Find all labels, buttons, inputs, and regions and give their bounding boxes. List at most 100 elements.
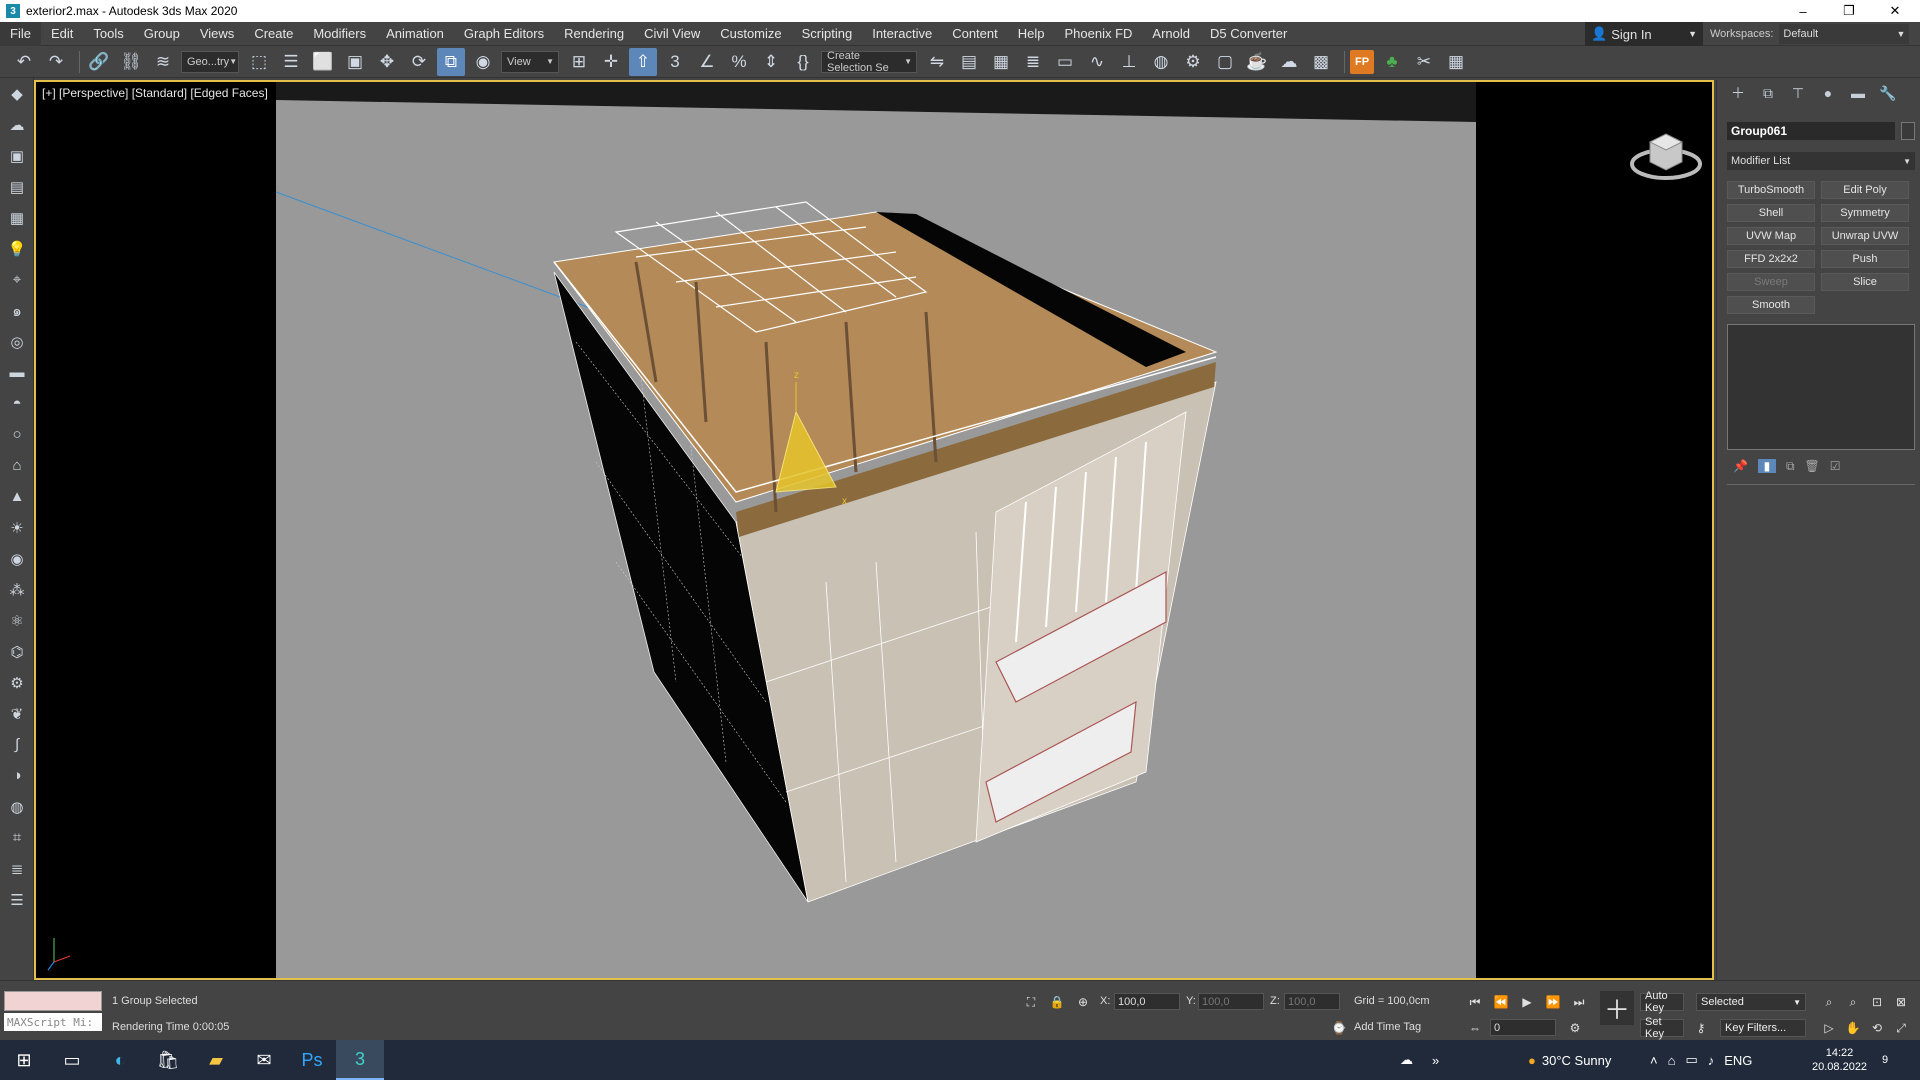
mirror-icon[interactable]: ⇋ [923,48,951,76]
reference-coordinate-dropdown[interactable]: View ▼ [501,50,559,73]
goto-start-icon[interactable]: ⏮ [1466,993,1484,1011]
key-filters-button[interactable]: Key Filters... [1720,1019,1806,1037]
play-icon[interactable]: ▶ [1518,993,1536,1011]
redo-icon[interactable]: ↷ [42,48,70,76]
menu-group[interactable]: Group [134,22,190,46]
onedrive-icon[interactable]: ☁ [1400,1040,1413,1080]
show-end-result-icon[interactable]: ▮ [1757,459,1776,473]
select-manipulate-icon[interactable]: ✛ [597,48,625,76]
keyboard-shortcut-override-icon[interactable]: ⇧ [629,47,657,76]
time-config-icon[interactable]: ⇔ [1466,1019,1484,1037]
menu-rendering[interactable]: Rendering [554,22,634,46]
maxscript-input[interactable]: MAXScript Mi: [4,1013,102,1031]
set-key-button[interactable]: Set Key [1640,1016,1684,1040]
menu-tools[interactable]: Tools [83,22,133,46]
selection-filter-dropdown[interactable]: Geo...try ▼ [181,50,239,73]
maxscript-listener-mini[interactable] [4,991,102,1011]
mail-icon[interactable]: ✉ [240,1040,288,1080]
task-view-icon[interactable]: ▭ [48,1040,96,1080]
motion-tab-icon[interactable]: ● [1813,81,1843,105]
sphere-icon[interactable]: ○ [0,419,34,450]
workspaces-dropdown[interactable]: Default ▼ [1779,24,1910,44]
material-icon[interactable]: ◑ [0,760,34,791]
notifications-icon[interactable]: 9 [1882,1040,1888,1080]
cloud-icon[interactable]: ☁ [0,109,34,140]
3ds-max-icon[interactable]: 3 [336,1040,384,1080]
utilities-tab-icon[interactable]: 🔧 [1873,81,1903,105]
align-icon[interactable]: ▤ [955,48,983,76]
menu-d5-converter[interactable]: D5 Converter [1200,22,1297,46]
menu-help[interactable]: Help [1008,22,1055,46]
modifier-push-button[interactable]: Push [1821,250,1909,268]
script-icon[interactable]: ⌗ [0,822,34,853]
zoom-extents-all-icon[interactable]: ⊠ [1892,993,1910,1011]
modify-tab-icon[interactable]: ⧉ [1753,81,1783,105]
network-icon[interactable]: ⌬ [0,636,34,667]
pan-icon[interactable]: ✋ [1844,1019,1862,1037]
zoom-all-icon[interactable]: ⌕ [1844,993,1862,1011]
undo-icon[interactable]: ↶ [10,48,38,76]
light-icon[interactable]: 💡 [0,233,34,264]
edge-icon[interactable]: ◐ [96,1040,144,1080]
x-coordinate-field[interactable]: 100,0 [1114,993,1180,1010]
a360-gallery-icon[interactable]: ▩ [1307,48,1335,76]
menu-graph-editors[interactable]: Graph Editors [454,22,554,46]
layers-icon[interactable]: ≣ [0,853,34,884]
rendered-frame-window-icon[interactable]: ▢ [1211,48,1239,76]
image-icon[interactable]: ▣ [0,140,34,171]
modifier-uvw-map-button[interactable]: UVW Map [1727,227,1815,245]
film-icon[interactable]: ◎ [0,326,34,357]
sun-icon[interactable]: ☀ [0,512,34,543]
material-editor-icon[interactable]: ◍ [1147,48,1175,76]
menu-arnold[interactable]: Arnold [1142,22,1200,46]
add-time-tag[interactable]: Add Time Tag [1354,1021,1421,1033]
pivot-center-icon[interactable]: ⊞ [565,48,593,76]
plant-icon[interactable]: ❦ [0,698,34,729]
menu-file[interactable]: File [0,21,41,46]
ribbon-toggle-icon[interactable]: ▭ [1051,48,1079,76]
percent-snap-icon[interactable]: % [725,48,753,76]
select-object-icon[interactable]: ⬚ [245,48,273,76]
configure-modifier-sets-icon[interactable]: ☑ [1830,459,1841,473]
menu-edit[interactable]: Edit [41,22,83,46]
perspective-viewport[interactable]: z x [+] [Perspective] [Standard] [Edged … [34,80,1714,980]
lock-selection-icon[interactable]: 🔒 [1048,993,1066,1011]
render-setup-icon[interactable]: ⚙ [1179,48,1207,76]
hair-icon[interactable]: ∫ [0,729,34,760]
rectangular-selection-icon[interactable]: ⬜ [309,48,337,76]
bind-space-warp-icon[interactable]: ≋ [149,48,177,76]
maximize-viewport-icon[interactable]: ⤢ [1892,1019,1910,1037]
modifier-list-dropdown[interactable]: Modifier List ▼ [1727,152,1915,170]
z-coordinate-field[interactable]: 100,0 [1284,993,1340,1010]
menu-customize[interactable]: Customize [710,22,791,46]
modifier-smooth-button[interactable]: Smooth [1727,296,1815,314]
make-unique-icon[interactable]: ⧉ [1786,459,1795,474]
hemisphere-icon[interactable]: ◓ [0,388,34,419]
modifier-symmetry-button[interactable]: Symmetry [1821,204,1909,222]
object-name-field[interactable]: Group061 [1727,122,1895,140]
place-icon[interactable]: ◉ [469,48,497,76]
display-tab-icon[interactable]: ▬ [1843,81,1873,105]
menu-modifiers[interactable]: Modifiers [303,22,376,46]
layer-explorer-icon[interactable]: ≣ [1019,48,1047,76]
spinner-snap-icon[interactable]: ⇕ [757,48,785,76]
box-icon[interactable]: ◆ [0,78,34,109]
plane-icon[interactable]: ▬ [0,357,34,388]
render-in-cloud-icon[interactable]: ☁ [1275,48,1303,76]
display-icon[interactable]: ▭ [1685,1052,1697,1068]
document-list-icon[interactable]: ☰ [0,884,34,915]
clock[interactable]: 14:22 20.08.2022 [1812,1040,1867,1080]
modifier-ffd-button[interactable]: FFD 2x2x2 [1727,250,1815,268]
viewcube-icon[interactable] [1626,112,1706,192]
set-key-filter-icon[interactable]: ＋ [1600,991,1634,1025]
remove-modifier-icon[interactable]: 🗑 [1805,459,1820,473]
spiral-icon[interactable]: ๑ [0,295,34,326]
menu-civil-view[interactable]: Civil View [634,22,710,46]
goto-end-icon[interactable]: ⏭ [1570,993,1588,1011]
scale-icon[interactable]: ⧉ [437,47,465,76]
file-explorer-icon[interactable]: ▰ [192,1040,240,1080]
curve-editor-icon[interactable]: ∿ [1083,48,1111,76]
scene-explorer-icon[interactable]: ▦ [987,48,1015,76]
angle-snap-icon[interactable]: ∠ [693,48,721,76]
teapot-icon[interactable]: ⌂ [0,450,34,481]
